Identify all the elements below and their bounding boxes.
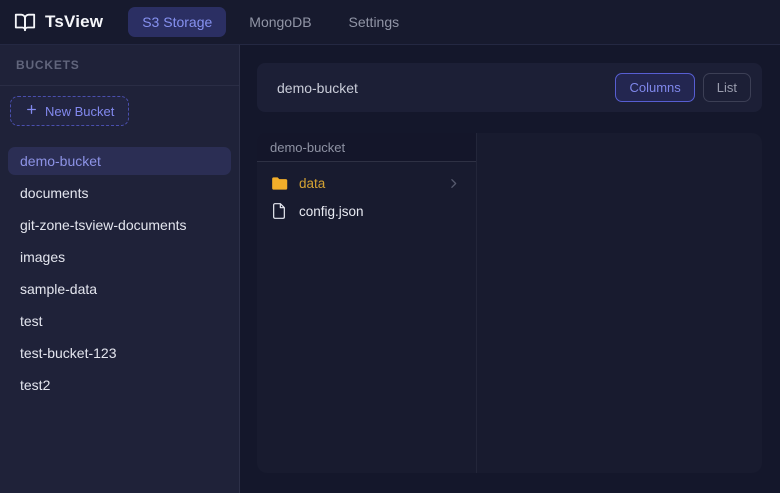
bucket-item-demo-bucket[interactable]: demo-bucket [8,147,231,175]
main-nav: S3 Storage MongoDB Settings [128,7,413,37]
view-toggle: Columns List [615,73,751,102]
tab-s3-storage[interactable]: S3 Storage [128,7,226,37]
file-icon [270,203,288,219]
buckets-section-title: BUCKETS [16,58,80,72]
bucket-item-test2[interactable]: test2 [8,371,231,399]
new-bucket-button[interactable]: New Bucket [10,96,129,126]
bucket-item-test-bucket-123[interactable]: test-bucket-123 [8,339,231,367]
entry-row-config-json[interactable]: config.json [263,197,470,225]
tab-mongodb[interactable]: MongoDB [235,7,325,37]
page-body: BUCKETS New Bucket demo-bucket documents… [0,45,780,493]
column-items: data [257,162,476,232]
topbar: TsView S3 Storage MongoDB Settings [0,0,780,45]
new-bucket-wrap: New Bucket [0,86,239,136]
chevron-right-icon [447,177,460,190]
main-content: demo-bucket Columns List demo-bucket d [240,45,780,493]
bucket-item-documents[interactable]: documents [8,179,231,207]
entry-name: data [299,176,436,191]
bucket-list: demo-bucket documents git-zone-tsview-do… [0,136,239,411]
view-list-button[interactable]: List [703,73,751,102]
bucket-header-bar: demo-bucket Columns List [257,63,762,112]
buckets-sidebar: BUCKETS New Bucket demo-bucket documents… [0,45,240,493]
tab-settings[interactable]: Settings [335,7,414,37]
app-title: TsView [45,12,103,32]
bucket-item-git-zone-tsview-documents[interactable]: git-zone-tsview-documents [8,211,231,239]
folder-icon [270,176,288,191]
app-logo: TsView [14,11,103,33]
object-browser-panel: demo-bucket data [257,133,762,473]
bucket-item-sample-data[interactable]: sample-data [8,275,231,303]
book-open-icon [14,11,36,33]
current-bucket-title: demo-bucket [277,80,358,96]
plus-icon [25,103,38,119]
entry-row-data[interactable]: data [263,169,470,197]
browser-column-demo-bucket: demo-bucket data [257,133,477,473]
column-header: demo-bucket [257,133,476,162]
new-bucket-label: New Bucket [45,104,114,119]
bucket-item-images[interactable]: images [8,243,231,271]
entry-name: config.json [299,204,460,219]
view-columns-button[interactable]: Columns [615,73,694,102]
bucket-item-test[interactable]: test [8,307,231,335]
sidebar-section-header: BUCKETS [0,45,239,86]
